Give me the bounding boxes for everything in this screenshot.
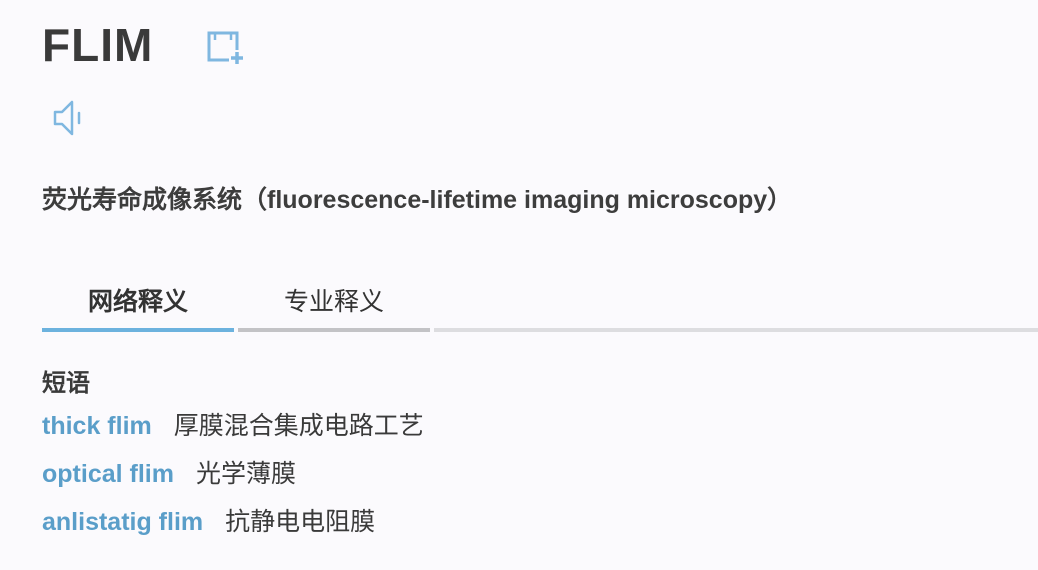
phrase-translation: 光学薄膜 (195, 460, 296, 488)
phrase-row: thick flim 厚膜混合集成电路工艺 (42, 402, 424, 450)
speaker-icon[interactable] (52, 98, 84, 138)
tab-web-definition[interactable]: 网络释义 (42, 282, 234, 332)
tab-divider (434, 328, 1038, 332)
word-title: FLIM (42, 19, 154, 71)
phrase-row: optical flim 光学薄膜 (42, 450, 424, 498)
tab-professional-definition[interactable]: 专业释义 (238, 282, 430, 332)
phrase-term-link[interactable]: thick flim (42, 412, 152, 440)
add-to-wordbook-icon[interactable] (207, 30, 245, 66)
word-header: FLIM (42, 18, 153, 72)
phrases-section: 短语 thick flim 厚膜混合集成电路工艺 optical flim 光学薄膜… (42, 366, 424, 546)
dictionary-entry: FLIM 荧光寿命成像系统（fluorescence-lifetime imag… (0, 0, 1038, 570)
phrase-translation: 抗静电电阻膜 (225, 508, 376, 536)
word-definition: 荧光寿命成像系统（fluorescence-lifetime imaging m… (42, 186, 793, 214)
phrase-row: anlistatig flim 抗静电电阻膜 (42, 498, 424, 546)
phrase-term-link[interactable]: anlistatig flim (42, 508, 203, 536)
phrase-term-link[interactable]: optical flim (42, 460, 174, 488)
phrases-heading: 短语 (42, 370, 90, 397)
phrase-translation: 厚膜混合集成电路工艺 (173, 412, 424, 440)
definition-tabs: 网络释义 专业释义 (42, 282, 1038, 332)
